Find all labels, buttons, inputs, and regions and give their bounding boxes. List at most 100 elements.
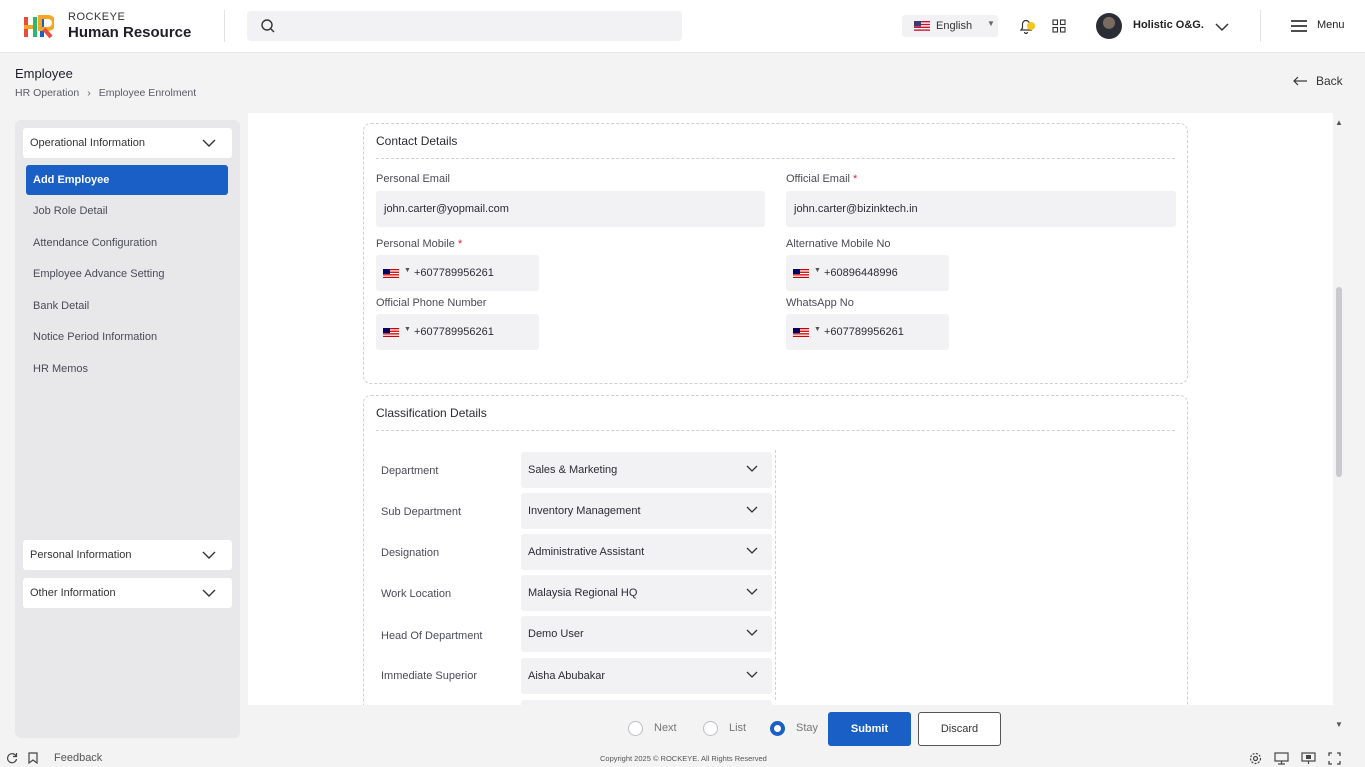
malaysia-flag-icon[interactable] xyxy=(793,269,809,278)
radio-next[interactable] xyxy=(628,721,643,736)
radio-label[interactable]: Stay xyxy=(796,722,818,734)
sidebar-group-label: Personal Information xyxy=(30,549,132,561)
chevron-down-icon xyxy=(746,588,758,595)
section-divider xyxy=(376,430,1175,431)
footer: Feedback Copyright 2025 © ROCKEYE. All R… xyxy=(0,749,1365,767)
chevron-down-icon[interactable] xyxy=(1214,19,1230,35)
avatar[interactable] xyxy=(1096,13,1122,39)
screen-share-icon[interactable] xyxy=(1301,752,1316,765)
settings-icon[interactable] xyxy=(1249,752,1262,765)
chevron-down-icon xyxy=(746,671,758,678)
radio-list[interactable] xyxy=(703,721,718,736)
work-location-select[interactable]: Malaysia Regional HQ xyxy=(521,575,772,611)
radio-stay[interactable] xyxy=(770,721,785,736)
radio-label[interactable]: Next xyxy=(654,722,677,734)
discard-button[interactable]: Discard xyxy=(918,712,1001,746)
field-label: Department xyxy=(381,465,439,477)
arrow-left-icon xyxy=(1293,76,1307,86)
scroll-down-icon[interactable]: ▼ xyxy=(1335,720,1343,729)
brand-title: Human Resource xyxy=(68,24,192,41)
head-of-department-select[interactable]: Demo User xyxy=(521,616,772,652)
section-title: Classification Details xyxy=(376,406,487,420)
back-button[interactable]: Back xyxy=(1292,74,1343,88)
caret-down-icon[interactable]: ▼ xyxy=(814,326,821,333)
chevron-down-icon xyxy=(746,547,758,554)
breadcrumb: HR Operation › Employee Enrolment xyxy=(15,87,196,99)
language-selector[interactable]: English ▼ xyxy=(902,15,998,37)
department-select[interactable]: Sales & Marketing xyxy=(521,452,772,488)
search-bar[interactable] xyxy=(247,11,682,41)
scroll-up-icon[interactable]: ▲ xyxy=(1335,118,1343,127)
contact-details-card: Contact Details Personal Email john.cart… xyxy=(363,123,1188,384)
official-phone-input[interactable]: ▼ +607789956261 xyxy=(376,314,539,350)
user-name[interactable]: Holistic O&G. xyxy=(1133,19,1204,31)
field-label: Work Location xyxy=(381,588,452,600)
chevron-down-icon xyxy=(746,629,758,636)
official-email-input[interactable]: john.carter@bizinktech.in xyxy=(786,191,1176,227)
header-divider xyxy=(224,10,225,42)
brand-small: ROCKEYE xyxy=(68,11,126,23)
breadcrumb-separator: › xyxy=(87,87,91,99)
malaysia-flag-icon[interactable] xyxy=(793,328,809,337)
refresh-icon[interactable] xyxy=(6,752,18,764)
scrollbar-thumb[interactable] xyxy=(1336,287,1342,477)
sidebar-group-label: Operational Information xyxy=(30,137,145,149)
sidebar-item-advance-setting[interactable]: Employee Advance Setting xyxy=(33,268,164,280)
bell-icon[interactable] xyxy=(1018,17,1038,35)
breadcrumb-item: Employee Enrolment xyxy=(98,87,197,99)
personal-email-input[interactable]: john.carter@yopmail.com xyxy=(376,191,765,227)
sidebar-group-personal[interactable]: Personal Information xyxy=(23,540,232,570)
sidebar-item-label: Add Employee xyxy=(33,174,110,186)
sidebar-item-job-role[interactable]: Job Role Detail xyxy=(33,205,108,217)
section-title: Contact Details xyxy=(376,134,458,148)
form-action-bar: Next List Stay Submit Discard xyxy=(248,705,1333,749)
immediate-superior-select[interactable]: Aisha Abubakar xyxy=(521,658,772,694)
caret-down-icon[interactable]: ▼ xyxy=(404,326,411,333)
chevron-down-icon xyxy=(746,465,758,472)
field-label: Official Email * xyxy=(786,173,858,185)
field-label: Personal Mobile * xyxy=(376,238,463,250)
alternative-mobile-input[interactable]: ▼ +60896448996 xyxy=(786,255,949,291)
malaysia-flag-icon[interactable] xyxy=(383,269,399,278)
apps-grid-icon[interactable] xyxy=(1052,19,1066,33)
section-divider xyxy=(376,158,1175,159)
sidebar-group-other[interactable]: Other Information xyxy=(23,578,232,608)
caret-down-icon[interactable]: ▼ xyxy=(814,267,821,274)
submit-button[interactable]: Submit xyxy=(828,712,911,746)
field-label: WhatsApp No xyxy=(786,297,854,309)
breadcrumb-item[interactable]: HR Operation xyxy=(15,87,79,99)
sidebar-item-add-employee[interactable]: Add Employee xyxy=(26,165,228,195)
search-icon xyxy=(261,19,275,33)
copyright-text: Copyright 2025 © ROCKEYE. All Rights Res… xyxy=(600,754,767,763)
radio-label[interactable]: List xyxy=(729,722,746,734)
designation-select[interactable]: Administrative Assistant xyxy=(521,534,772,570)
rockeye-logo-icon xyxy=(24,15,54,39)
malaysia-flag-icon[interactable] xyxy=(383,328,399,337)
sidebar-item-bank-detail[interactable]: Bank Detail xyxy=(33,300,89,312)
monitor-icon[interactable] xyxy=(1274,752,1289,765)
vertical-scrollbar[interactable]: ▲ ▼ xyxy=(1333,113,1345,737)
field-label: Designation xyxy=(381,547,440,559)
sidebar-group-operational[interactable]: Operational Information xyxy=(23,128,232,158)
menu-label[interactable]: Menu xyxy=(1317,19,1345,31)
field-label: Head Of Department xyxy=(381,630,483,642)
language-label: English xyxy=(936,20,973,32)
feedback-link[interactable]: Feedback xyxy=(54,752,102,764)
chevron-down-icon xyxy=(202,589,216,597)
bookmark-icon[interactable] xyxy=(28,752,38,764)
hamburger-menu-icon[interactable] xyxy=(1290,18,1308,34)
sub-department-select[interactable]: Inventory Management xyxy=(521,493,772,529)
fullscreen-icon[interactable] xyxy=(1328,752,1341,765)
page-title: Employee xyxy=(15,66,73,81)
sidebar-item-hr-memos[interactable]: HR Memos xyxy=(33,363,88,375)
whatsapp-input[interactable]: ▼ +607789956261 xyxy=(786,314,949,350)
chevron-down-icon xyxy=(202,551,216,559)
classification-details-card: Classification Details Department Sales … xyxy=(363,395,1188,705)
field-label: Personal Email xyxy=(376,173,450,185)
header-divider xyxy=(1260,10,1261,42)
personal-mobile-input[interactable]: ▼ +607789956261 xyxy=(376,255,539,291)
sidebar-item-attendance[interactable]: Attendance Configuration xyxy=(33,237,157,249)
sidebar-item-notice-period[interactable]: Notice Period Information xyxy=(33,331,157,343)
caret-down-icon[interactable]: ▼ xyxy=(404,267,411,274)
top-header: ROCKEYE Human Resource English ▼ Holisti… xyxy=(0,0,1365,53)
